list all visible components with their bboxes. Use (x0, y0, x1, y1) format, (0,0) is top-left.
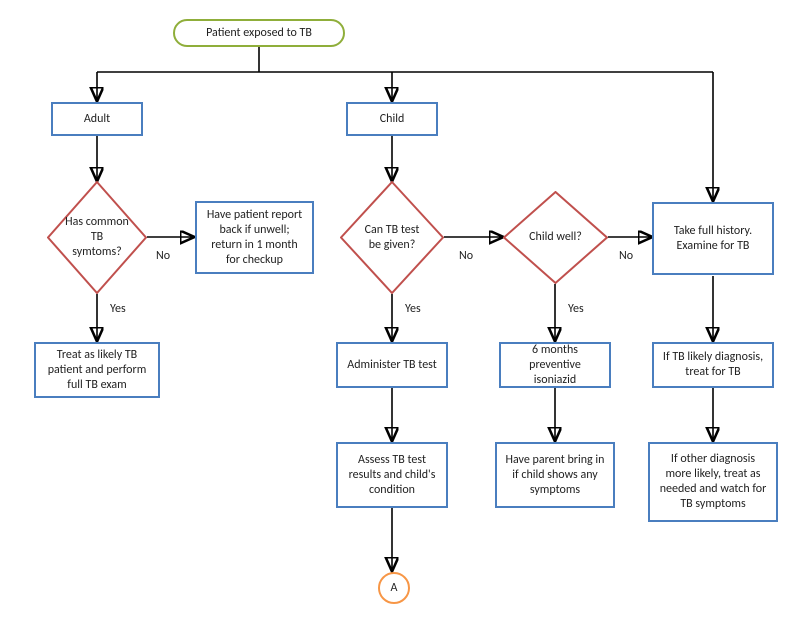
node-take-history: Take full history. Examine for TB (652, 202, 774, 275)
node-adult-treat: Treat as likely TB patient and perform f… (34, 342, 160, 398)
node-tb-likely-label: If TB likely diagnosis, treat for TB (662, 350, 764, 380)
edge-label-adult-yes: Yes (110, 302, 126, 316)
node-other-diag: If other diagnosis more likely, treat as… (648, 442, 778, 522)
decision-child-well-label: Child well? (529, 230, 582, 245)
node-report-back: Have patient report back if unwell; retu… (195, 201, 314, 274)
node-adult-treat-label: Treat as likely TB patient and perform f… (44, 348, 150, 393)
node-tb-likely: If TB likely diagnosis, treat for TB (652, 342, 774, 388)
edge-label-childtest-yes: Yes (405, 302, 421, 316)
node-assess-results-label: Assess TB test results and child's condi… (346, 453, 438, 498)
node-parent-bring: Have parent bring in if child shows any … (495, 442, 615, 508)
node-child: Child (346, 102, 438, 136)
node-administer-test-label: Administer TB test (347, 358, 437, 373)
edge-label-adult-no: No (156, 249, 170, 263)
decision-child-well: Child well? (503, 191, 608, 284)
decision-child-test-label: Can TB test be given? (358, 223, 426, 253)
edge-label-childwell-yes: Yes (568, 302, 584, 316)
node-assess-results: Assess TB test results and child's condi… (336, 442, 448, 508)
decision-child-test: Can TB test be given? (340, 181, 444, 294)
decision-adult-symptoms-label: Has common TB symtoms? (65, 215, 129, 260)
node-administer-test: Administer TB test (336, 342, 448, 388)
edge-label-childwell-no: No (619, 249, 633, 263)
node-preventive-label: 6 months preventive isoniazid (509, 343, 601, 388)
start-label: Patient exposed to TB (206, 26, 312, 41)
node-parent-bring-label: Have parent bring in if child shows any … (505, 453, 605, 498)
node-take-history-label: Take full history. Examine for TB (662, 224, 764, 254)
flowchart-canvas: Patient exposed to TB Adult Child Has co… (0, 0, 800, 638)
start-terminator: Patient exposed to TB (173, 19, 345, 47)
node-report-back-label: Have patient report back if unwell; retu… (205, 208, 304, 268)
edge-label-childtest-no: No (459, 249, 473, 263)
node-other-diag-label: If other diagnosis more likely, treat as… (658, 452, 768, 512)
decision-adult-symptoms: Has common TB symtoms? (47, 181, 147, 294)
connector-a: A (378, 572, 410, 604)
arrows-layer (0, 0, 800, 638)
node-adult: Adult (51, 102, 143, 136)
node-preventive: 6 months preventive isoniazid (499, 342, 611, 388)
node-child-label: Child (380, 112, 405, 127)
connector-a-label: A (391, 581, 398, 595)
node-adult-label: Adult (84, 112, 110, 127)
